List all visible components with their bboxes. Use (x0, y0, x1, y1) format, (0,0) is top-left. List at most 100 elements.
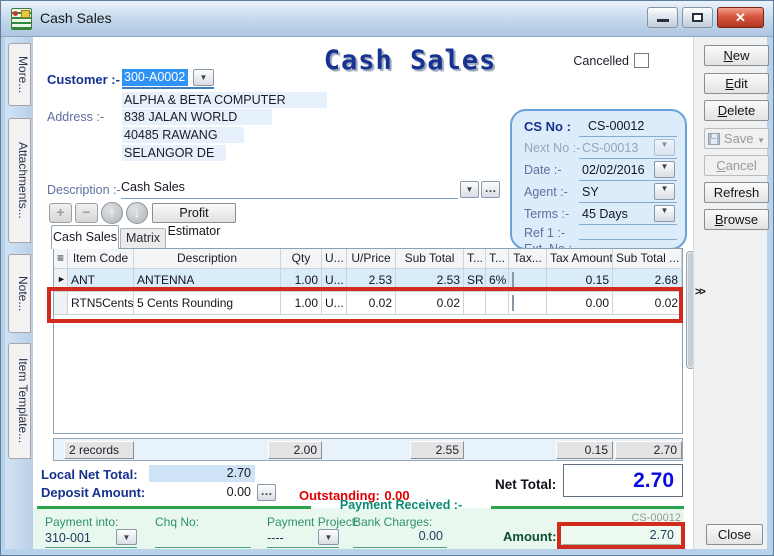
profit-estimator-button[interactable]: Profit Estimator (152, 203, 236, 223)
payment-project-combobox[interactable]: ---- ▼ (267, 529, 339, 548)
description-ellipsis-button[interactable]: … (481, 181, 500, 198)
column-header-description[interactable]: Description (134, 249, 281, 269)
cell-subtotal[interactable]: 2.53 (396, 269, 464, 292)
terms-value[interactable]: 45 Days (582, 207, 628, 221)
table-row[interactable]: RTN5Cents 5 Cents Rounding 1.00 U... 0.0… (54, 292, 682, 315)
payment-project-dropdown-button[interactable]: ▼ (318, 529, 339, 545)
chevron-down-icon: ▼ (466, 185, 474, 194)
cell-tax-rate[interactable]: 6% (486, 269, 509, 292)
date-value[interactable]: 02/02/2016 (582, 163, 645, 177)
cell-uom[interactable]: U... (322, 269, 347, 292)
cell-item-code[interactable]: ANT (68, 269, 134, 292)
column-header-tax-inclusive[interactable]: Tax... (509, 249, 547, 269)
deposit-amount-input[interactable]: 0.00 (149, 484, 255, 501)
cell-qty[interactable]: 1.00 (281, 292, 322, 315)
cell-subtotal[interactable]: 0.02 (396, 292, 464, 315)
column-header-subtotal-with-tax[interactable]: Sub Total ... (613, 249, 682, 269)
bank-charges-input[interactable]: 0.00 (353, 529, 447, 548)
payment-into-combobox[interactable]: 310-001 ▼ (45, 529, 137, 548)
cell-description[interactable]: ANTENNA (134, 269, 281, 292)
next-no-value[interactable]: CS-00013 (582, 141, 638, 155)
move-down-button: ↓ (126, 202, 148, 224)
column-header-subtotal[interactable]: Sub Total (396, 249, 464, 269)
edit-button[interactable]: Edit (704, 73, 769, 94)
payment-into-dropdown-button[interactable]: ▼ (116, 529, 137, 545)
row-indicator-icon: ► (54, 269, 68, 292)
cell-tax-inclusive[interactable] (509, 269, 547, 292)
column-header-tax-rate[interactable]: T... (486, 249, 509, 269)
table-row[interactable]: ► ANT ANTENNA 1.00 U... 2.53 2.53 SR 6% … (54, 269, 682, 292)
column-header-uom[interactable]: U... (322, 249, 347, 269)
date-dropdown-button[interactable]: ▼ (654, 161, 675, 178)
net-total-value: 2.70 (564, 465, 682, 493)
sidebar-tab-item-template[interactable]: Item Template... (8, 343, 31, 459)
column-header-item-code[interactable]: Item Code (68, 249, 134, 269)
cell-tax-amount[interactable]: 0.00 (547, 292, 613, 315)
scroll-more-indicator: >> (695, 286, 704, 298)
deposit-ellipsis-button[interactable]: … (257, 484, 276, 501)
description-dropdown-button[interactable]: ▼ (460, 181, 479, 198)
description-label: Description :- (47, 183, 121, 197)
browse-button[interactable]: Browse (704, 209, 769, 230)
cell-uprice[interactable]: 0.02 (347, 292, 396, 315)
minimize-button[interactable] (647, 7, 678, 28)
chevron-down-icon: ▼ (661, 206, 669, 215)
tab-cash-sales[interactable]: Cash Sales (51, 225, 119, 249)
payment-project-value[interactable]: ---- (267, 531, 284, 545)
footer-tax-total: 0.15 (556, 441, 613, 459)
new-button[interactable]: New (704, 45, 769, 66)
action-bar: New Edit Delete Save ▼ Cancel Refresh Br… (693, 37, 767, 549)
refresh-button[interactable]: Refresh (704, 182, 769, 203)
cell-tax-code[interactable] (464, 292, 486, 315)
payment-amount-input[interactable]: 2.70 (562, 526, 680, 545)
close-button[interactable]: Close (706, 524, 763, 545)
cell-description[interactable]: 5 Cents Rounding (134, 292, 281, 315)
agent-label: Agent :- (524, 185, 568, 199)
next-no-label: Next No :- (524, 141, 580, 155)
cell-tax-code[interactable]: SR (464, 269, 486, 292)
customer-dropdown-button[interactable]: ▼ (193, 69, 214, 86)
tax-checkbox[interactable] (512, 295, 514, 311)
cell-tax-inclusive[interactable] (509, 292, 547, 315)
cell-subtotal-with-tax[interactable]: 2.68 (613, 269, 682, 292)
cell-uprice[interactable]: 2.53 (347, 269, 396, 292)
customer-label: Customer :- (47, 72, 120, 87)
payment-project-label: Payment Project: (267, 515, 358, 529)
cell-tax-amount[interactable]: 0.15 (547, 269, 613, 292)
next-no-dropdown-button[interactable]: ▼ (654, 139, 675, 156)
column-header-uprice[interactable]: U/Price (347, 249, 396, 269)
cell-subtotal-with-tax[interactable]: 0.02 (613, 292, 682, 315)
tab-matrix[interactable]: Matrix (120, 228, 166, 249)
agent-value[interactable]: SY (582, 185, 599, 199)
column-header-tax-code[interactable]: T... (464, 249, 486, 269)
column-header-qty[interactable]: Qty (281, 249, 322, 269)
section-line-left (37, 506, 311, 509)
payment-into-label: Payment into: (45, 515, 118, 529)
cell-uom[interactable]: U... (322, 292, 347, 315)
customer-code-value[interactable]: 300-A0002 (122, 69, 188, 86)
column-chooser-icon[interactable]: ≡ (54, 249, 68, 269)
left-tab-strip: More... Attachments... Note... Item Temp… (5, 37, 33, 549)
close-window-button[interactable]: ✕ (717, 7, 764, 28)
cell-qty[interactable]: 1.00 (281, 269, 322, 292)
maximize-button[interactable] (682, 7, 713, 28)
cell-item-code[interactable]: RTN5Cents (68, 292, 134, 315)
sidebar-tab-more[interactable]: More... (8, 43, 31, 106)
chevron-down-icon: ▼ (661, 162, 669, 171)
customer-name: ALPHA & BETA COMPUTER (122, 92, 327, 108)
tax-checkbox[interactable] (512, 272, 514, 288)
sidebar-tab-note[interactable]: Note... (8, 254, 31, 333)
column-header-tax-amount[interactable]: Tax Amount (547, 249, 613, 269)
agent-dropdown-button[interactable]: ▼ (654, 183, 675, 200)
delete-button[interactable]: Delete (704, 100, 769, 121)
sidebar-tab-attachments[interactable]: Attachments... (8, 118, 31, 243)
terms-dropdown-button[interactable]: ▼ (654, 205, 675, 222)
chq-no-input[interactable] (155, 529, 251, 548)
payment-into-value[interactable]: 310-001 (45, 531, 91, 545)
cell-tax-rate[interactable] (486, 292, 509, 315)
cancelled-checkbox[interactable] (634, 53, 649, 68)
grid-footer: 2 records 2.00 2.55 0.15 2.70 (53, 438, 683, 461)
description-input[interactable]: Cash Sales (121, 180, 458, 199)
customer-combobox[interactable]: 300-A0002 ▼ (122, 69, 214, 89)
address-line: 838 JALAN WORLD (122, 109, 272, 125)
